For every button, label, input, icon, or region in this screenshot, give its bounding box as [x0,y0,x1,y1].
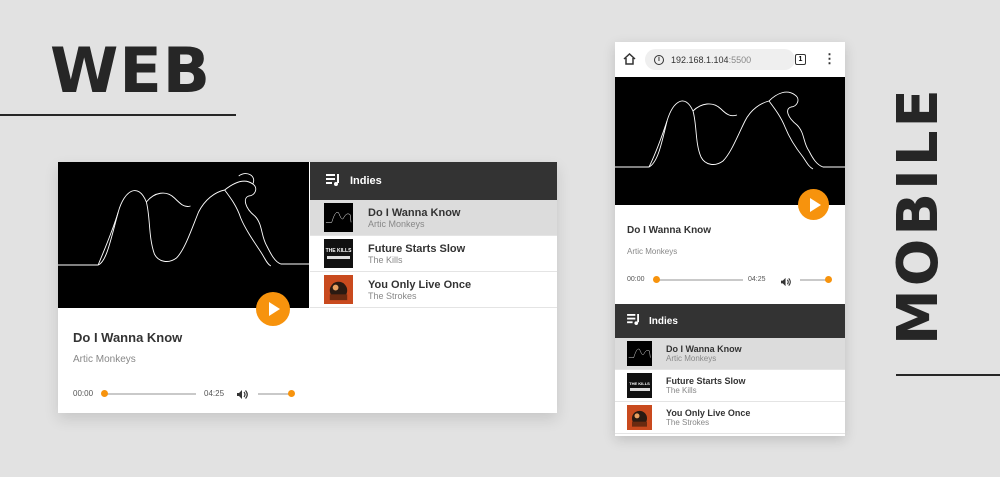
track-title: You Only Live Once [666,408,751,418]
track-thumb [324,203,353,232]
url-bar[interactable]: i 192.168.1.104:5500 [645,49,795,70]
track-item[interactable]: You Only Live Once The Strokes [615,402,845,434]
progress-bar[interactable] [103,393,196,395]
playlist-icon [326,173,340,189]
track-artist: The Strokes [368,290,417,301]
playlist-icon [627,314,640,328]
mobile-screen: i 192.168.1.104:5500 1 ⋮ Do I Wanna Know… [615,42,845,436]
track-artist: Artic Monkeys [368,218,425,229]
current-time: 00:00 [627,276,645,283]
track-thumb [627,341,652,366]
progress-knob[interactable] [101,390,108,397]
volume-knob[interactable] [825,276,832,283]
track-thumb: THE KILLS [627,373,652,398]
kills-logo-bar [326,255,351,259]
playlist-panel: Indies Do I Wanna Know Artic Monkeys THE… [310,162,557,308]
volume-bar[interactable] [258,393,291,395]
song-title: Do I Wanna Know [627,225,712,236]
song-artist: Artic Monkeys [627,247,678,256]
track-thumb: THE KILLS [324,239,353,268]
track-item[interactable]: Do I Wanna Know Artic Monkeys [310,200,557,236]
kills-logo-text: THE KILLS [325,247,352,254]
play-button[interactable] [798,189,829,220]
web-player: Do I Wanna Know Artic Monkeys 00:00 04:2… [58,162,557,413]
more-vert-icon[interactable]: ⋮ [823,52,836,65]
track-title: Do I Wanna Know [368,206,461,219]
kills-logo-text: THE KILLS [629,380,650,386]
tab-count[interactable]: 1 [795,54,806,65]
volume-icon[interactable] [236,387,249,405]
web-underline [0,114,236,116]
info-icon[interactable]: i [654,54,664,65]
track-item[interactable]: Do I Wanna Know Artic Monkeys [615,338,845,370]
volume-icon[interactable] [780,274,792,292]
track-artist: Artic Monkeys [666,354,717,363]
track-title: Future Starts Slow [666,376,746,386]
play-icon [269,302,280,316]
track-item[interactable]: You Only Live Once The Strokes [310,272,557,308]
mobile-label: MOBILE [886,86,951,345]
playlist-panel: Indies Do I Wanna Know Artic Monkeys THE… [615,304,845,434]
track-thumb [627,405,652,430]
volume-knob[interactable] [288,390,295,397]
url-port: :5500 [728,54,752,65]
track-item[interactable]: THE KILLS Future Starts Slow The Kills [615,370,845,402]
browser-bar: i 192.168.1.104:5500 1 ⋮ [615,42,845,77]
track-artist: The Strokes [666,418,710,427]
playlist-name: Indies [649,315,678,327]
progress-bar[interactable] [655,279,743,281]
duration: 04:25 [748,276,766,283]
current-time: 00:00 [73,389,94,398]
web-label: WEB [50,34,211,107]
playlist-header: Indies [615,304,845,338]
track-thumb [324,275,353,304]
track-artist: The Kills [666,386,697,395]
track-title: Do I Wanna Know [666,344,742,354]
playlist-name: Indies [350,175,382,187]
album-art [58,162,309,308]
duration: 04:25 [204,389,225,398]
track-title: Future Starts Slow [368,242,466,255]
play-icon [809,197,821,212]
track-artist: The Kills [368,254,403,265]
mobile-underline [896,374,1000,376]
play-button[interactable] [256,292,290,326]
song-artist: Artic Monkeys [73,354,136,365]
playlist-header: Indies [310,162,557,200]
url-host: 192.168.1.104 [671,54,729,65]
album-art [615,77,845,205]
track-title: You Only Live Once [368,278,472,291]
track-item[interactable]: THE KILLS Future Starts Slow The Kills [310,236,557,272]
kills-logo-bar [629,387,650,391]
song-title: Do I Wanna Know [73,330,183,345]
progress-knob[interactable] [653,276,660,283]
home-icon[interactable] [623,52,636,70]
